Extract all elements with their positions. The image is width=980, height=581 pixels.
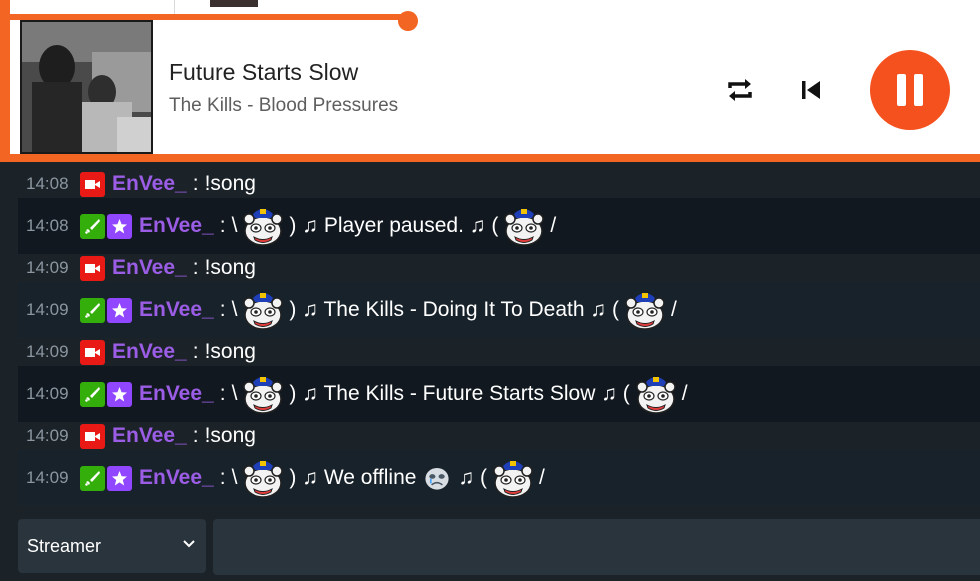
username-separator: : xyxy=(219,298,226,321)
subscriber-star-badge-icon xyxy=(107,297,132,323)
username-separator: : xyxy=(219,466,226,489)
message-text: ) ♫ The Kills - Future Starts Slow ♫ ( xyxy=(289,382,630,405)
chat-message: 14:09 EnVee_: \ ) ♫ We offline ♫ ( / xyxy=(18,450,980,506)
subscriber-star-badge-icon xyxy=(107,465,132,491)
message-timestamp: 14:09 xyxy=(26,384,69,403)
bear-police-emote-icon xyxy=(243,209,284,246)
chat-username[interactable]: EnVee_ xyxy=(112,256,187,280)
message-text: / xyxy=(670,298,677,321)
bear-police-emote-icon xyxy=(243,293,284,330)
progress-knob[interactable] xyxy=(397,11,418,31)
moderator-sword-badge-icon xyxy=(80,465,105,491)
message-timestamp: 14:08 xyxy=(26,216,69,235)
broadcaster-badge-icon xyxy=(80,255,105,281)
bear-police-emote-icon xyxy=(243,461,284,498)
message-timestamp: 14:08 xyxy=(26,174,69,193)
chat-username[interactable]: EnVee_ xyxy=(112,172,187,196)
skip-previous-icon xyxy=(802,81,820,99)
broadcaster-badge-icon xyxy=(80,339,105,365)
chat-message: 14:09 EnVee_: \ ) ♫ The Kills - Doing It To… xyxy=(18,282,980,338)
repeat-icon xyxy=(728,79,752,101)
moderator-sword-badge-icon xyxy=(80,213,105,239)
message-timestamp: 14:09 xyxy=(26,468,69,487)
song-title: Future Starts Slow xyxy=(169,59,359,85)
chat-message: 14:09 EnVee_: \ ) ♫ The Kills - Future Star… xyxy=(18,366,980,422)
broadcaster-badge-icon xyxy=(80,423,105,449)
username-separator: : xyxy=(192,256,199,279)
previous-thumb-sliver xyxy=(210,0,258,7)
bear-police-emote-icon xyxy=(243,377,284,414)
chat-message: 14:08 EnVee_: \ ) ♫ Player paused. ♫ ( / xyxy=(18,198,980,254)
previous-card-sliver xyxy=(10,0,175,14)
message-text: !song xyxy=(204,340,256,363)
username-separator: : xyxy=(192,340,199,363)
message-text: / xyxy=(681,382,688,405)
sad-face-emote-icon xyxy=(425,467,450,490)
subscriber-star-badge-icon xyxy=(107,381,132,407)
chat-username[interactable]: EnVee_ xyxy=(112,340,187,364)
progress-bar[interactable] xyxy=(10,11,980,31)
message-timestamp: 14:09 xyxy=(26,342,69,361)
message-timestamp: 14:09 xyxy=(26,426,69,445)
message-text: !song xyxy=(204,424,256,447)
chat-username[interactable]: EnVee_ xyxy=(112,424,187,448)
message-text: ♫ ( xyxy=(458,466,488,489)
chat-message: 14:09 EnVee_: !song xyxy=(18,422,980,450)
song-artist-album: The Kills - Blood Pressures xyxy=(169,95,399,116)
bear-police-emote-icon xyxy=(493,461,533,498)
username-separator: : xyxy=(219,214,226,237)
message-text: !song xyxy=(204,172,256,195)
message-text: ) ♫ Player paused. ♫ ( xyxy=(289,214,499,237)
chat-username[interactable]: EnVee_ xyxy=(139,466,214,490)
chat-message: 14:08 EnVee_: !song xyxy=(18,170,980,198)
role-select-value: Streamer xyxy=(27,535,102,556)
bear-police-emote-icon xyxy=(504,209,545,246)
pause-button[interactable] xyxy=(870,50,950,130)
role-select[interactable]: Streamer xyxy=(18,519,206,573)
now-playing-panel: Future Starts Slow The Kills - Blood Pre… xyxy=(0,11,980,162)
message-text: / xyxy=(550,214,557,237)
chat-username[interactable]: EnVee_ xyxy=(139,214,214,238)
message-timestamp: 14:09 xyxy=(26,300,69,319)
bear-police-emote-icon xyxy=(625,293,665,330)
album-cover xyxy=(20,20,153,154)
moderator-sword-badge-icon xyxy=(80,381,105,407)
bear-police-emote-icon xyxy=(636,377,676,414)
chat-message: 14:09 EnVee_: !song xyxy=(18,338,980,366)
chat-message-input[interactable] xyxy=(213,519,980,575)
chat-input-area: Streamer xyxy=(0,505,980,581)
message-text: \ xyxy=(231,466,238,489)
message-text: / xyxy=(539,466,545,489)
username-separator: : xyxy=(192,172,199,195)
pause-icon xyxy=(897,74,923,106)
message-text: ) ♫ The Kills - Doing It To Death ♫ ( xyxy=(289,298,619,321)
message-text: \ xyxy=(231,382,238,405)
subscriber-star-badge-icon xyxy=(107,213,132,239)
moderator-sword-badge-icon xyxy=(80,297,105,323)
message-timestamp: 14:09 xyxy=(26,258,69,277)
repeat-button[interactable] xyxy=(720,72,760,108)
previous-track-button[interactable] xyxy=(795,74,827,106)
message-text: ) ♫ We offline xyxy=(289,466,417,489)
username-separator: : xyxy=(219,382,226,405)
message-text: \ xyxy=(231,298,238,321)
chat-message: 14:09 EnVee_: !song xyxy=(18,254,980,282)
message-text: !song xyxy=(204,256,256,279)
message-text: \ xyxy=(231,214,238,237)
chevron-down-icon xyxy=(183,540,195,548)
username-separator: : xyxy=(192,424,199,447)
chat-username[interactable]: EnVee_ xyxy=(139,298,214,322)
chat-username[interactable]: EnVee_ xyxy=(139,382,214,406)
chat-log: 14:08 EnVee_: !song 14:08 EnVee_: \) ♫ Player… xyxy=(18,170,980,506)
broadcaster-badge-icon xyxy=(80,171,105,197)
